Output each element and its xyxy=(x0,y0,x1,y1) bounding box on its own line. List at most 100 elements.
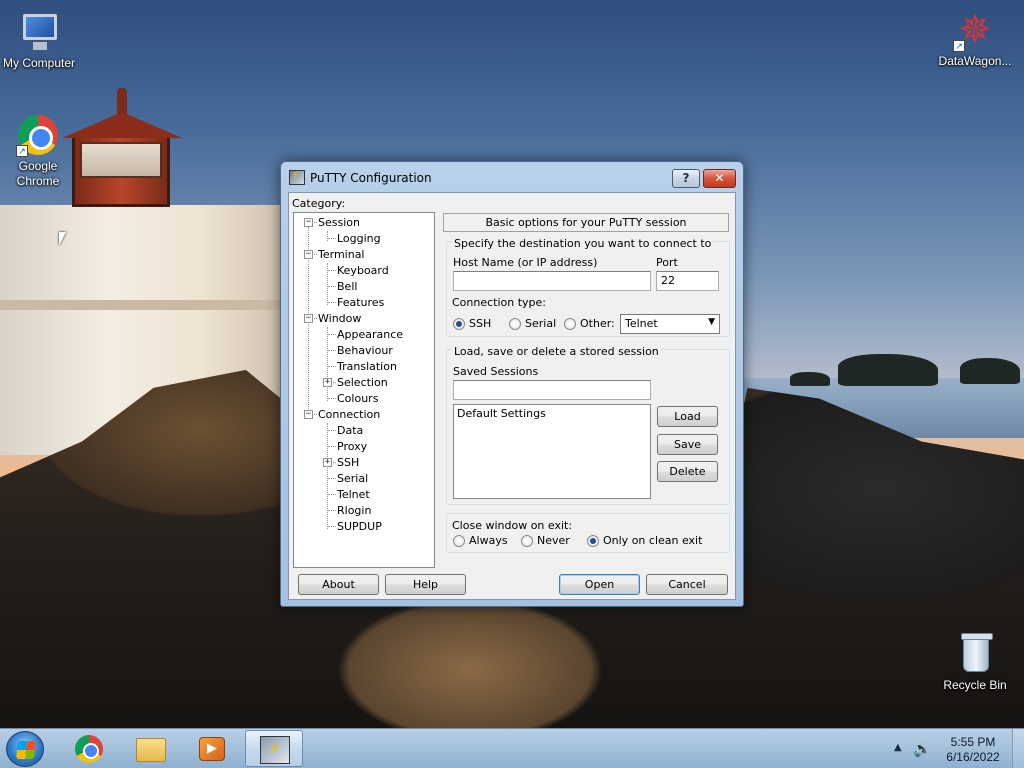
port-input[interactable]: 22 xyxy=(656,271,719,291)
collapse-icon[interactable]: − xyxy=(304,314,313,323)
tree-item-window[interactable]: Window xyxy=(318,312,361,325)
datawagon-star-icon: ✵ ↗ xyxy=(953,8,997,52)
desktop-icon-label: Google xyxy=(18,159,58,173)
desktop-icon-datawagon[interactable]: ✵ ↗ DataWagon... xyxy=(930,8,1020,69)
title-bar[interactable]: PuTTY Configuration ? ✕ xyxy=(281,162,743,192)
tree-item-proxy[interactable]: Proxy xyxy=(337,440,367,453)
windows-logo-icon xyxy=(16,741,36,759)
tree-item-data[interactable]: Data xyxy=(337,424,363,437)
tree-item-supdup[interactable]: SUPDUP xyxy=(337,520,382,533)
category-tree[interactable]: − Session Logging − Terminal Keyboard Bell Feat… xyxy=(293,212,435,568)
other-radio[interactable] xyxy=(564,318,576,330)
media-player-icon xyxy=(199,737,225,761)
tree-connector xyxy=(327,423,328,529)
tree-connector xyxy=(328,350,336,351)
putty-icon xyxy=(260,736,290,764)
serial-radio[interactable] xyxy=(509,318,521,330)
tree-item-features[interactable]: Features xyxy=(337,296,384,309)
host-name-label: Host Name (or IP address) xyxy=(453,256,598,269)
show-desktop-button[interactable] xyxy=(1012,729,1024,768)
saved-sessions-label: Saved Sessions xyxy=(453,365,539,378)
host-name-input[interactable] xyxy=(453,271,651,291)
help-title-button[interactable]: ? xyxy=(672,169,700,188)
volume-icon[interactable]: 🔊 xyxy=(913,740,932,758)
tree-item-telnet[interactable]: Telnet xyxy=(337,488,370,501)
tree-item-selection[interactable]: Selection xyxy=(337,376,388,389)
tree-item-terminal[interactable]: Terminal xyxy=(318,248,365,261)
tree-item-connection[interactable]: Connection xyxy=(318,408,380,421)
desktop-icon-label: My Computer xyxy=(2,56,76,70)
tree-item-appearance[interactable]: Appearance xyxy=(337,328,403,341)
tree-item-keyboard[interactable]: Keyboard xyxy=(337,264,389,277)
delete-button[interactable]: Delete xyxy=(657,461,718,482)
desktop-icon-recycle-bin[interactable]: Recycle Bin xyxy=(930,632,1020,693)
taskbar-putty[interactable] xyxy=(245,730,303,767)
sessions-listbox[interactable]: Default Settings xyxy=(453,404,651,499)
desktop-icon-label: Chrome xyxy=(16,174,60,188)
expand-icon[interactable]: + xyxy=(323,378,332,387)
close-button[interactable]: ✕ xyxy=(703,169,736,188)
only-on-clean-exit-label[interactable]: Only on clean exit xyxy=(603,534,702,547)
system-clock[interactable]: 5:55 PM 6/16/2022 xyxy=(938,735,1008,765)
tree-item-logging[interactable]: Logging xyxy=(337,232,381,245)
wallpaper-island xyxy=(790,372,830,386)
window-title: PuTTY Configuration xyxy=(310,171,432,185)
tree-connector xyxy=(328,286,336,287)
ssh-radio-label[interactable]: SSH xyxy=(469,317,491,330)
open-button[interactable]: Open xyxy=(559,574,640,595)
recycle-bin-icon xyxy=(953,632,997,676)
about-button[interactable]: About xyxy=(298,574,379,595)
never-radio-label[interactable]: Never xyxy=(537,534,570,547)
tree-connector xyxy=(327,231,328,241)
port-label: Port xyxy=(656,256,678,269)
always-radio[interactable] xyxy=(453,535,465,547)
only-on-clean-exit-radio[interactable] xyxy=(587,535,599,547)
desktop-icon-my-computer[interactable]: My Computer xyxy=(0,10,84,71)
wallpaper-lighthouse-spire xyxy=(117,88,127,114)
serial-radio-label[interactable]: Serial xyxy=(525,317,556,330)
taskbar-chrome[interactable] xyxy=(60,730,118,767)
show-hidden-icons-button[interactable]: ▲ xyxy=(894,742,902,753)
saved-sessions-input[interactable] xyxy=(453,380,651,400)
tree-connector xyxy=(328,302,336,303)
tree-item-session[interactable]: Session xyxy=(318,216,360,229)
wallpaper-island xyxy=(960,358,1020,384)
putty-configuration-window: PuTTY Configuration ? ✕ Category: −Sessi… xyxy=(280,161,744,607)
tree-item-rlogin[interactable]: Rlogin xyxy=(337,504,371,517)
dropdown-arrow-icon: ▼ xyxy=(708,317,715,327)
connection-type-label: Connection type: xyxy=(452,296,547,309)
shortcut-arrow-icon: ↗ xyxy=(16,145,28,157)
never-radio[interactable] xyxy=(521,535,533,547)
save-button[interactable]: Save xyxy=(657,434,718,455)
collapse-icon[interactable]: − xyxy=(304,218,313,227)
expand-icon[interactable]: + xyxy=(323,458,332,467)
ssh-radio[interactable] xyxy=(453,318,465,330)
tree-connector xyxy=(328,430,336,431)
tree-connector xyxy=(328,494,336,495)
category-label: Category: xyxy=(292,197,346,210)
desktop-icon-google-chrome[interactable]: ↗ Google Chrome xyxy=(0,113,83,189)
tree-item-bell[interactable]: Bell xyxy=(337,280,357,293)
start-button[interactable] xyxy=(6,731,44,767)
other-radio-label[interactable]: Other: xyxy=(580,317,615,330)
clock-date: 6/16/2022 xyxy=(946,750,1000,764)
tree-connector xyxy=(327,327,328,401)
putty-app-icon[interactable] xyxy=(289,168,305,185)
protocol-select[interactable]: Telnet ▼ xyxy=(620,314,720,334)
cancel-button[interactable]: Cancel xyxy=(646,574,728,595)
collapse-icon[interactable]: − xyxy=(304,250,313,259)
tree-item-serial[interactable]: Serial xyxy=(337,472,368,485)
load-button[interactable]: Load xyxy=(657,406,718,427)
destination-legend: Specify the destination you want to conn… xyxy=(452,237,714,250)
always-radio-label[interactable]: Always xyxy=(469,534,508,547)
tree-item-colours[interactable]: Colours xyxy=(337,392,378,405)
taskbar-file-explorer[interactable] xyxy=(122,730,180,767)
session-list-item[interactable]: Default Settings xyxy=(457,407,647,420)
taskbar-media-player[interactable] xyxy=(183,730,241,767)
tree-item-ssh[interactable]: SSH xyxy=(337,456,359,469)
tree-item-translation[interactable]: Translation xyxy=(337,360,397,373)
tree-item-behaviour[interactable]: Behaviour xyxy=(337,344,393,357)
help-button[interactable]: Help xyxy=(385,574,466,595)
collapse-icon[interactable]: − xyxy=(304,410,313,419)
tree-connector xyxy=(328,510,336,511)
